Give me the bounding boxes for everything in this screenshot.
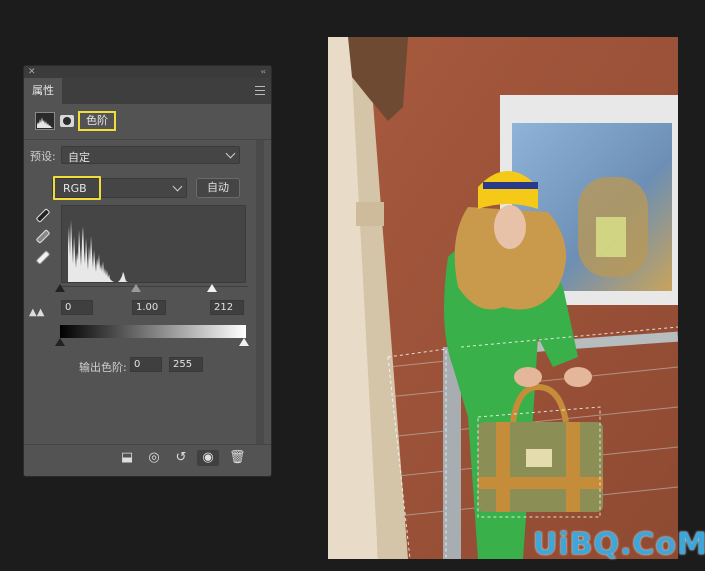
reset-icon[interactable]: ↺	[173, 450, 189, 466]
output-white-field[interactable]: 255	[169, 357, 203, 372]
auto-button[interactable]: 自动	[196, 178, 240, 198]
gamma-slider[interactable]	[131, 284, 141, 292]
clipping-warning-icon[interactable]: ▲▲	[29, 307, 44, 318]
histogram	[61, 205, 246, 283]
panel-footer: ⬓ ◎ ↺ ◉ 🗑	[24, 445, 271, 471]
output-black-slider[interactable]	[55, 338, 65, 346]
close-icon[interactable]: ✕	[28, 66, 36, 78]
adjustment-header: 色阶	[24, 104, 271, 138]
input-black-field[interactable]: 0	[61, 300, 93, 315]
collapse-panel-icon[interactable]: ‹‹	[261, 66, 267, 78]
preset-dropdown[interactable]: 自定	[61, 146, 240, 164]
preset-value: 自定	[68, 151, 90, 164]
panel-tab-row: 属性	[24, 78, 271, 104]
visibility-eye-icon[interactable]: ◉	[197, 450, 219, 466]
tab-properties[interactable]: 属性	[24, 78, 62, 104]
levels-adjustment-icon[interactable]	[35, 112, 55, 130]
clip-to-layer-icon[interactable]: ⬓	[119, 450, 135, 466]
input-white-field[interactable]: 212	[210, 300, 244, 315]
white-eyedropper-icon[interactable]	[35, 251, 49, 265]
divider	[24, 139, 271, 140]
scrollbar[interactable]	[256, 140, 264, 444]
gray-eyedropper-icon[interactable]	[35, 230, 49, 244]
watermark: UiBQ.CoM	[533, 527, 705, 562]
properties-panel: ✕ ‹‹ 属性 色阶 预设: 自定 RGB 自动 ▲▲ 0 1.00 212 输…	[24, 66, 271, 476]
panel-title-strip: ✕ ‹‹	[24, 66, 271, 78]
canvas-photo	[328, 37, 678, 559]
view-previous-icon[interactable]: ◎	[145, 450, 163, 466]
white-point-slider[interactable]	[207, 284, 217, 292]
input-slider-track	[60, 286, 248, 287]
preset-label: 预设:	[30, 150, 56, 163]
photo-illustration	[328, 37, 678, 559]
black-point-slider[interactable]	[55, 284, 65, 292]
output-gradient	[60, 325, 246, 338]
histogram-graph	[68, 220, 128, 282]
channel-highlight-box	[53, 176, 101, 200]
trash-icon[interactable]: 🗑	[229, 450, 246, 466]
input-gamma-field[interactable]: 1.00	[132, 300, 166, 315]
output-black-field[interactable]: 0	[130, 357, 162, 372]
panel-menu-icon[interactable]	[255, 86, 265, 95]
chevron-down-icon	[172, 181, 183, 192]
output-levels-label: 输出色阶:	[79, 361, 127, 374]
chevron-down-icon	[225, 148, 236, 159]
layer-mask-icon[interactable]	[60, 115, 74, 127]
adjustment-title: 色阶	[78, 111, 116, 131]
output-white-slider[interactable]	[239, 338, 249, 346]
black-eyedropper-icon[interactable]	[35, 209, 49, 223]
